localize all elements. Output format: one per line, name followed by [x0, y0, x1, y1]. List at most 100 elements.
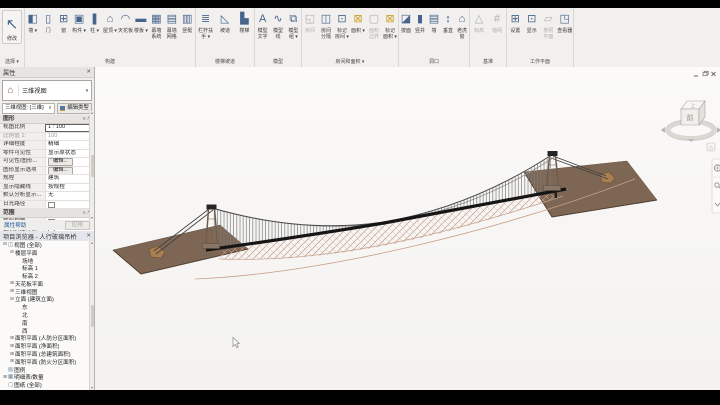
ribbon-button-railing[interactable]: ≣栏杆扶手 ▾ — [196, 9, 215, 40]
viewcube-home-icon[interactable]: ⌂ — [707, 143, 715, 152]
viewcube-top-label[interactable]: 上 — [691, 102, 696, 108]
drawing-area[interactable]: 前 上 ⌂ — [95, 67, 720, 390]
ribbon-button-vertical[interactable]: ↕垂直 — [441, 9, 455, 35]
browser-node-south[interactable]: 南 — [0, 319, 89, 327]
navigation-bar[interactable] — [712, 159, 720, 213]
browser-node-sheets[interactable]: ▢图纸 (全部) — [0, 381, 89, 389]
browser-node-area-plan-net[interactable]: ⊞面积平面 (净面积) — [0, 342, 89, 350]
ribbon-button-wall-opening[interactable]: ▤墙 — [427, 9, 441, 35]
ribbon-panel-label-room-area[interactable]: 房间和面积 ▾ — [302, 57, 398, 67]
browser-node-ceiling-plans[interactable]: ⊞天花板平面 — [0, 280, 89, 288]
browser-scrollbar[interactable]: ▲▼ — [89, 241, 94, 390]
browser-node-area-plan-fire[interactable]: ⊞面积平面 (防火分区面积) — [0, 358, 89, 366]
ribbon-button-ref-plane[interactable]: ▱参照 平面 — [540, 9, 557, 40]
viewcube-front-label[interactable]: 前 — [687, 113, 694, 122]
browser-node-area-plan-gross[interactable]: ⊞面积平面 (总建筑面积) — [0, 350, 89, 358]
ribbon-button-wp-show[interactable]: ⊡显示 — [524, 9, 541, 35]
view-window-controls[interactable] — [694, 71, 716, 76]
ribbon-button-room-separator[interactable]: ◫房间 分隔 — [318, 9, 334, 40]
ribbon-button-component[interactable]: ▣构件 ▾ — [71, 9, 86, 35]
property-value-analysis-display[interactable]: 无 — [45, 192, 94, 200]
3d-view-canvas[interactable]: 前 上 ⌂ — [95, 67, 720, 390]
close-icon[interactable]: ✕ — [86, 233, 91, 239]
type-selector[interactable]: ⌂ 三维视图 ▾ — [2, 80, 92, 101]
ribbon-button-roof[interactable]: ⌂屋顶 ▾ — [102, 9, 117, 35]
ribbon-button-viewer[interactable]: ◳查看器 — [557, 9, 574, 35]
browser-node-schedules[interactable]: ⊞▦明细表/数量 — [0, 374, 89, 382]
properties-title-bar[interactable]: 属性 ✕ — [0, 67, 94, 78]
close-icon[interactable]: ✕ — [86, 69, 91, 75]
edit-type-button[interactable]: 编辑类型 — [57, 103, 92, 114]
browser-node-area-plan-civil[interactable]: ⊞面积平面 (人防分区面积) — [0, 335, 89, 343]
ribbon-panel-label-datum[interactable]: 基准 — [470, 57, 506, 67]
checkbox[interactable] — [48, 202, 55, 209]
ribbon-button-wall[interactable]: ◧墙 ▾ — [25, 9, 40, 35]
property-value-vg-overrides[interactable]: 编辑... — [45, 158, 94, 166]
ribbon-panel-label-workplane[interactable]: 工作平面 — [507, 57, 573, 67]
ribbon-button-tag-room[interactable]: ⊡标记 房间 ▾ — [334, 9, 350, 40]
edit-button[interactable]: 编辑... — [48, 167, 73, 175]
browser-node-views-all[interactable]: ⊟◫视图 (全部) — [0, 241, 89, 249]
ribbon-button-level[interactable]: △标高 — [470, 9, 488, 35]
section-header-extents[interactable]: 范围 ≡ ˄ — [0, 209, 94, 218]
ribbon-button-curtain-grid[interactable]: ▤幕墙 网格 — [164, 9, 179, 40]
browser-node-site[interactable]: 场地 — [0, 257, 89, 265]
property-value-scale-value[interactable]: 100 — [45, 133, 94, 141]
section-header-graphics[interactable]: 图形 ≡ ˄ — [0, 115, 94, 124]
browser-node-west[interactable]: 西 — [0, 327, 89, 335]
property-value-hidden-lines[interactable]: 按规程 — [45, 184, 94, 192]
chevron-down-icon[interactable]: ▾ — [83, 88, 91, 94]
ribbon-button-modify[interactable]: ↖修改 — [2, 10, 22, 44]
ribbon-button-tag-area[interactable]: ⊠标记 面积 ▾ — [382, 9, 398, 40]
browser-node-level-2[interactable]: 标高 2 — [0, 272, 89, 280]
ribbon-button-grid[interactable]: #轴网 — [488, 9, 506, 35]
edit-type-icon — [60, 106, 65, 111]
ribbon-button-window[interactable]: ⊞窗 — [56, 9, 71, 35]
ribbon-button-wp-set[interactable]: ⊞设置 — [507, 9, 524, 35]
browser-node-3d-views[interactable]: ⊞三维视图 — [0, 288, 89, 296]
ribbon-button-column[interactable]: ❚柱 ▾ — [87, 9, 102, 35]
browser-node-north[interactable]: 北 — [0, 311, 89, 319]
ribbon-button-room[interactable]: ◱房间 — [302, 9, 318, 35]
property-value-parts-visibility[interactable]: 显示原状态 — [45, 150, 94, 158]
ribbon-button-ramp[interactable]: ◺坡道 — [215, 9, 234, 35]
browser-node-elevations[interactable]: ⊟立面 (建筑立面) — [0, 296, 89, 304]
ribbon-panel-build: ◧墙 ▾▯门⊞窗▣构件 ▾❚柱 ▾⌂屋顶 ▾◠天花板▬楼板 ▾▦幕墙 系统▤幕墙… — [25, 8, 196, 67]
ribbon-panel-label-opening[interactable]: 洞口 — [399, 57, 469, 67]
ribbon-button-floor[interactable]: ▬楼板 ▾ — [133, 9, 148, 35]
ribbon-button-area-boundary[interactable]: ▢面积 边界 — [366, 9, 382, 40]
ribbon-button-model-text[interactable]: A模型 文字 — [255, 9, 270, 40]
property-value-view-scale[interactable]: 1 : 100 — [45, 124, 94, 132]
ribbon-button-ceiling[interactable]: ◠天花板 — [118, 9, 133, 35]
property-value-discipline[interactable]: 建筑 — [45, 175, 94, 183]
ribbon-button-model-group[interactable]: ⧉模型 组 ▾ — [286, 9, 301, 40]
instance-dropdown[interactable]: 三维视图: {三维} ∨ — [2, 103, 55, 114]
ribbon-button-dormer[interactable]: ⌂老虎窗 — [455, 9, 469, 40]
properties-help-link[interactable]: 属性帮助 — [4, 221, 26, 229]
ribbon-button-area[interactable]: ⊠面积 ▾ — [350, 9, 366, 35]
property-value-sun-path[interactable] — [45, 201, 94, 209]
ribbon-button-stair[interactable]: ▙楼梯 — [235, 9, 254, 35]
edit-button[interactable]: 编辑... — [48, 158, 73, 166]
stair-icon: ▙ — [240, 11, 248, 28]
ribbon-panel-label-build[interactable]: 构建 — [25, 57, 195, 67]
ribbon-button-by-face[interactable]: ◪按面 — [399, 9, 413, 35]
ribbon-panel-label-model[interactable]: 模型 — [255, 57, 301, 67]
ribbon-button-mullion[interactable]: ▥竖梃 — [180, 9, 195, 35]
properties-scrollbar[interactable]: ▲▼ — [89, 111, 94, 220]
ribbon-button-model-line[interactable]: ∿模型 线 — [270, 9, 285, 40]
viewcube[interactable]: 前 上 ⌂ — [661, 101, 720, 152]
apply-button[interactable]: 应用 — [65, 221, 90, 230]
property-value-detail-level[interactable]: 精细 — [45, 141, 94, 149]
property-value-graphic-display[interactable]: 编辑... — [45, 167, 94, 175]
browser-node-east[interactable]: 东 — [0, 303, 89, 311]
ribbon-panel-label-select[interactable]: 选择 ▾ — [0, 57, 24, 67]
ribbon-panel-label-stairs[interactable]: 楼梯坡道 — [196, 57, 254, 67]
browser-node-level-1[interactable]: 标高 1 — [0, 264, 89, 272]
browser-node-floor-plans[interactable]: ⊟楼层平面 — [0, 249, 89, 257]
browser-node-legends[interactable]: ▤图例 — [0, 366, 89, 374]
ribbon-button-curtain-system[interactable]: ▦幕墙 系统 — [149, 9, 164, 40]
ribbon-button-door[interactable]: ▯门 — [40, 9, 55, 35]
ribbon-button-shaft[interactable]: ▮竖井 — [413, 9, 427, 35]
tag-room-icon: ⊡ — [337, 11, 346, 28]
